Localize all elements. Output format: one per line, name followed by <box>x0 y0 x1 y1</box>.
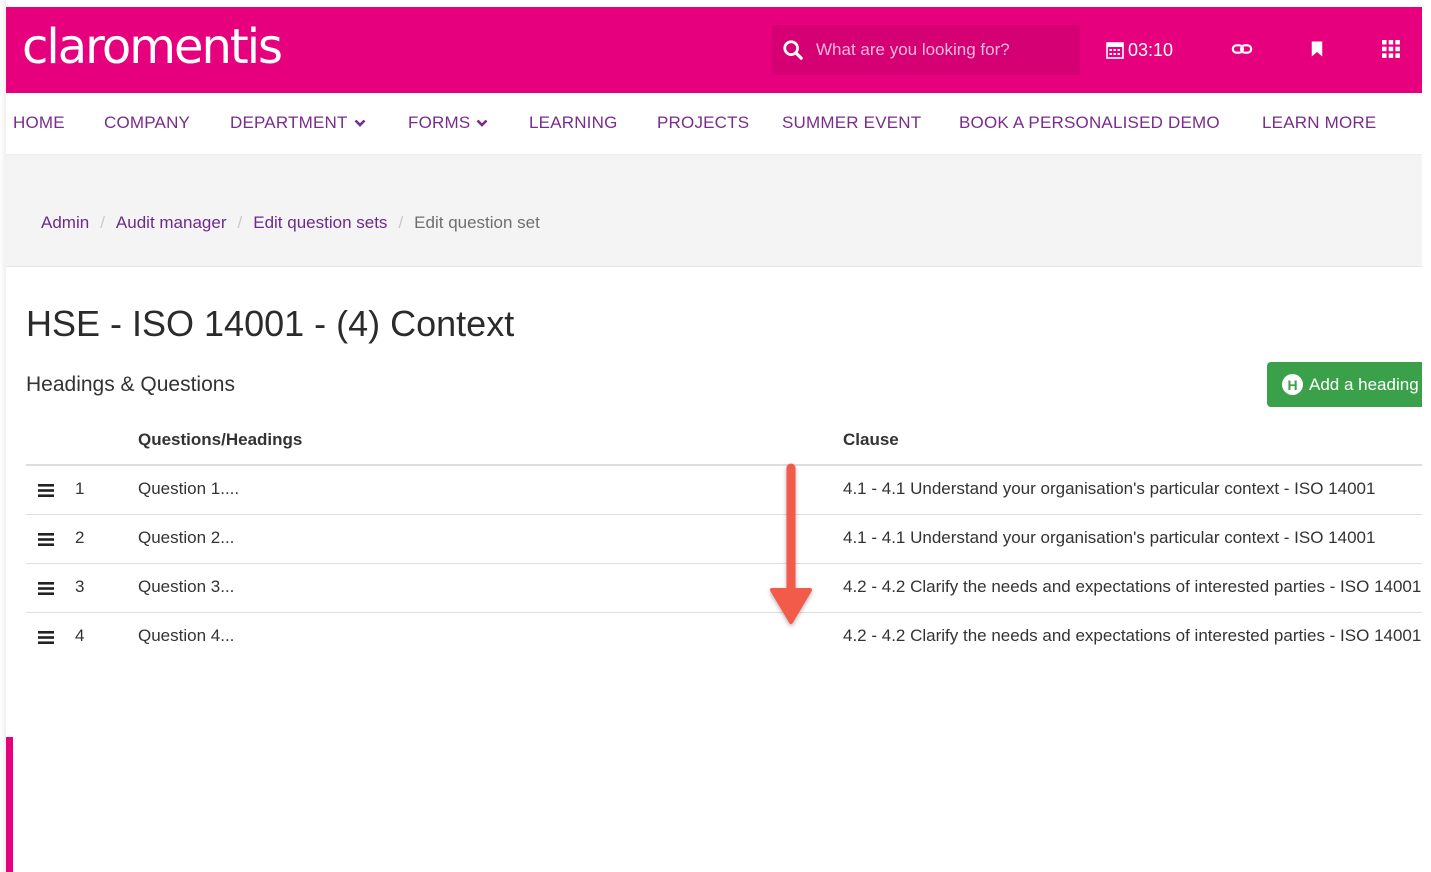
row-number: 2 <box>75 528 85 547</box>
breadcrumb-edit-question-set: Edit question set <box>414 213 540 232</box>
nav-book-demo[interactable]: BOOK A PERSONALISED DEMO <box>959 111 1220 135</box>
apps-grid-icon[interactable] <box>1379 37 1403 61</box>
annotation-arrow-icon <box>770 463 812 624</box>
question-text[interactable]: Question 4... <box>138 626 234 646</box>
app-window: claromentis 03:10 <box>6 7 1422 872</box>
add-heading-button[interactable]: H Add a heading <box>1267 362 1422 407</box>
page-title: HSE - ISO 14001 - (4) Context <box>26 303 515 344</box>
section-title: Headings & Questions <box>26 373 235 396</box>
table-row[interactable]: 3 Question 3... 4.2 - 4.2 Clarify the ne… <box>26 564 1422 613</box>
main-nav: HOME COMPANY DEPARTMENT FORMS LEARNING P… <box>6 93 1422 155</box>
nav-learning[interactable]: LEARNING <box>529 111 618 135</box>
column-header-clause: Clause <box>843 430 899 449</box>
drag-handle-icon[interactable] <box>38 484 54 497</box>
breadcrumb-area: Admin / Audit manager / Edit question se… <box>6 155 1422 267</box>
table-row[interactable]: 1 Question 1.... 4.1 - 4.1 Understand yo… <box>26 466 1422 515</box>
chevron-down-icon <box>476 119 488 127</box>
row-number: 4 <box>75 626 85 645</box>
question-text[interactable]: Question 2... <box>138 528 234 548</box>
nav-projects[interactable]: PROJECTS <box>657 111 749 135</box>
drag-handle-icon[interactable] <box>38 582 54 595</box>
clock-time: 03:10 <box>1128 39 1174 60</box>
table-row[interactable]: 2 Question 2... 4.1 - 4.1 Understand you… <box>26 515 1422 564</box>
column-header-questions: Questions/Headings <box>138 430 303 449</box>
top-header: claromentis 03:10 <box>6 7 1422 93</box>
nav-company[interactable]: COMPANY <box>104 111 190 135</box>
nav-home[interactable]: HOME <box>13 111 65 135</box>
claromentis-logo[interactable]: claromentis <box>22 17 283 77</box>
search-input[interactable] <box>816 35 1072 65</box>
breadcrumb: Admin / Audit manager / Edit question se… <box>41 213 540 233</box>
nav-learn-more[interactable]: LEARN MORE <box>1262 111 1376 135</box>
session-clock[interactable]: 03:10 <box>1106 37 1173 63</box>
drag-handle-icon[interactable] <box>38 631 54 644</box>
nav-department[interactable]: DEPARTMENT <box>230 111 366 135</box>
table-row[interactable]: 4 Question 4... 4.2 - 4.2 Clarify the ne… <box>26 613 1422 662</box>
breadcrumb-edit-question-sets[interactable]: Edit question sets <box>253 213 387 233</box>
breadcrumb-admin[interactable]: Admin <box>41 213 89 233</box>
clause-text: 4.1 - 4.1 Understand your organisation's… <box>843 479 1376 498</box>
questions-table: Questions/Headings Clause 1 Question 1..… <box>26 419 1422 662</box>
clause-text: 4.2 - 4.2 Clarify the needs and expectat… <box>843 577 1422 596</box>
table-header: Questions/Headings Clause <box>26 419 1422 466</box>
nav-forms[interactable]: FORMS <box>408 111 488 135</box>
search-icon <box>783 40 803 60</box>
add-heading-label: Add a heading <box>1309 374 1419 394</box>
left-edge-accent <box>6 737 13 872</box>
calendar-icon <box>1106 42 1124 59</box>
row-number: 3 <box>75 577 85 596</box>
question-text[interactable]: Question 1.... <box>138 479 239 499</box>
clause-text: 4.2 - 4.2 Clarify the needs and expectat… <box>843 626 1422 645</box>
chevron-down-icon <box>354 119 365 127</box>
link-icon[interactable] <box>1230 37 1254 61</box>
bookmark-icon[interactable] <box>1305 37 1329 61</box>
breadcrumb-audit-manager[interactable]: Audit manager <box>116 213 227 233</box>
clause-text: 4.1 - 4.1 Understand your organisation's… <box>843 528 1376 547</box>
nav-summer-event[interactable]: SUMMER EVENT <box>782 111 921 135</box>
row-number: 1 <box>75 479 85 498</box>
question-text[interactable]: Question 3... <box>138 577 234 597</box>
search-box[interactable] <box>772 25 1080 75</box>
heading-icon: H <box>1282 374 1303 395</box>
drag-handle-icon[interactable] <box>38 533 54 546</box>
